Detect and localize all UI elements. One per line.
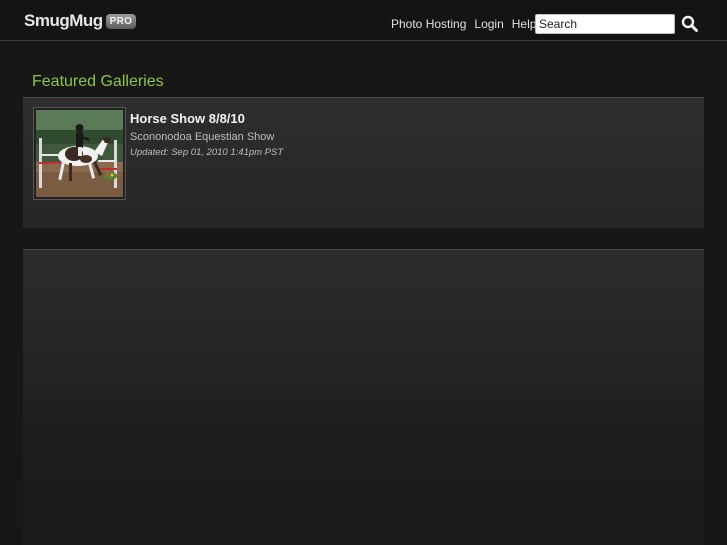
featured-galleries-heading: Featured Galleries [32, 73, 164, 90]
gallery-info: Horse Show 8/8/10 Scononodoa Equestian S… [130, 107, 283, 200]
smugmug-logo[interactable]: SmugMug PRO [24, 10, 137, 32]
gallery-title[interactable]: Horse Show 8/8/10 [130, 111, 283, 127]
featured-galleries-panel: Horse Show 8/8/10 Scononodoa Equestian S… [23, 97, 704, 229]
nav-help-link[interactable]: Help [512, 17, 537, 31]
main-content-panel [23, 249, 704, 545]
gallery-description: Scononodoa Equestian Show [130, 131, 275, 143]
site-header: SmugMug PRO Photo Hosting Login Help [0, 0, 727, 41]
logo-text: SmugMug [24, 11, 103, 30]
search-input[interactable] [535, 14, 675, 34]
search-icon[interactable] [681, 15, 699, 33]
gallery-item[interactable]: Horse Show 8/8/10 Scononodoa Equestian S… [33, 107, 283, 200]
gallery-updated-timestamp: Updated: Sep 01, 2010 1:41pm PST [130, 147, 284, 158]
top-nav: Photo Hosting Login Help [391, 17, 536, 31]
gallery-thumbnail[interactable] [33, 107, 126, 200]
pro-badge: PRO [105, 13, 137, 29]
nav-login-link[interactable]: Login [474, 17, 503, 31]
nav-photo-hosting-link[interactable]: Photo Hosting [391, 17, 466, 31]
